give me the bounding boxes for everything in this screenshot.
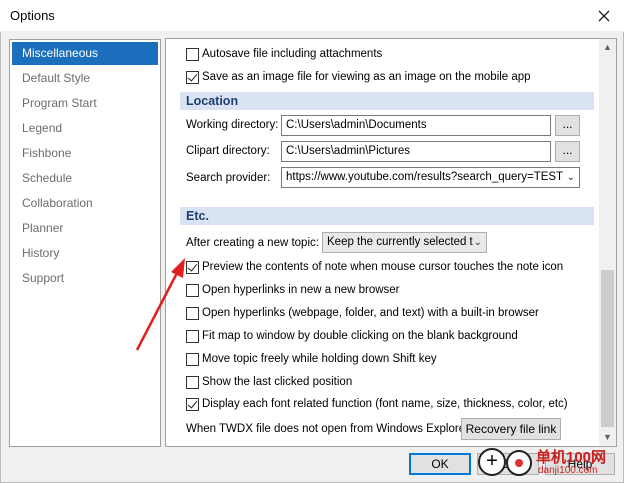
vertical-scrollbar[interactable]: ▲ ▼ — [599, 39, 616, 446]
options-panel: Autosave file including attachments Save… — [165, 38, 617, 447]
checkbox[interactable] — [186, 48, 199, 61]
sidebar-item-legend[interactable]: Legend — [12, 117, 158, 140]
checkbox[interactable] — [186, 261, 199, 274]
dialog-body: Miscellaneous Default Style Program Star… — [0, 32, 624, 483]
option-label: Open hyperlinks in new a new browser — [202, 284, 400, 296]
sidebar-item-fishbone[interactable]: Fishbone — [12, 142, 158, 165]
after-new-topic-select[interactable]: Keep the currently selected t ⌄ — [322, 232, 487, 253]
watermark-logo-icon — [506, 450, 532, 476]
sidebar-item-planner[interactable]: Planner — [12, 217, 158, 240]
option-label: Open hyperlinks (webpage, folder, and te… — [202, 307, 539, 319]
section-header-location: Location — [180, 92, 594, 110]
watermark-url: danji100.com — [538, 465, 598, 476]
clipart-directory-input[interactable]: C:\Users\admin\Pictures — [281, 141, 551, 162]
section-header-etc: Etc. — [180, 207, 594, 225]
chevron-down-icon: ⌄ — [566, 172, 575, 183]
sidebar-item-collaboration[interactable]: Collaboration — [12, 192, 158, 215]
option-label: Preview the contents of note when mouse … — [202, 261, 564, 273]
sidebar-item-default-style[interactable]: Default Style — [12, 67, 158, 90]
sidebar-item-support[interactable]: Support — [12, 267, 158, 290]
checkbox[interactable] — [186, 284, 199, 297]
clipart-directory-label: Clipart directory: — [186, 145, 270, 157]
after-new-topic-label: After creating a new topic: — [186, 237, 319, 249]
watermark: + 单机100网 danji100.com — [478, 444, 624, 483]
browse-working-directory-button[interactable]: ... — [555, 115, 580, 136]
option-label: Autosave file including attachments — [202, 48, 383, 60]
close-icon[interactable] — [592, 4, 616, 28]
sidebar-item-history[interactable]: History — [12, 242, 158, 265]
sidebar-nav: Miscellaneous Default Style Program Star… — [9, 39, 161, 447]
checkbox[interactable] — [186, 398, 199, 411]
working-directory-input[interactable]: C:\Users\admin\Documents — [281, 115, 551, 136]
search-provider-select[interactable]: https://www.youtube.com/results?search_q… — [281, 167, 580, 188]
search-provider-label: Search provider: — [186, 172, 271, 184]
watermark-text: 单机100网 — [536, 449, 607, 466]
scroll-up-icon[interactable]: ▲ — [599, 39, 616, 56]
recovery-file-link-button[interactable]: Recovery file link — [461, 418, 561, 440]
option-label: Fit map to window by double clicking on … — [202, 330, 518, 342]
browse-clipart-directory-button[interactable]: ... — [555, 141, 580, 162]
sidebar-item-schedule[interactable]: Schedule — [12, 167, 158, 190]
checkbox[interactable] — [186, 71, 199, 84]
watermark-plus-icon: + — [478, 448, 506, 476]
search-provider-value: https://www.youtube.com/results?search_q… — [286, 171, 564, 183]
checkbox[interactable] — [186, 307, 199, 320]
checkbox[interactable] — [186, 353, 199, 366]
working-directory-label: Working directory: — [186, 119, 279, 131]
checkbox[interactable] — [186, 330, 199, 343]
checkbox[interactable] — [186, 376, 199, 389]
ok-button[interactable]: OK — [409, 453, 471, 475]
sidebar-item-miscellaneous[interactable]: Miscellaneous — [12, 42, 158, 65]
chevron-down-icon: ⌄ — [473, 237, 482, 248]
option-label: Display each font related function (font… — [202, 398, 568, 410]
sidebar-item-program-start[interactable]: Program Start — [12, 92, 158, 115]
option-label: Save as an image file for viewing as an … — [202, 71, 531, 83]
window-title: Options — [10, 8, 55, 23]
after-new-topic-value: Keep the currently selected t — [327, 236, 473, 248]
option-label: Show the last clicked position — [202, 376, 353, 388]
option-label: Move topic freely while holding down Shi… — [202, 353, 437, 365]
title-bar: Options — [0, 0, 624, 32]
twdx-label: When TWDX file does not open from Window… — [186, 423, 473, 435]
scroll-thumb[interactable] — [601, 270, 614, 427]
